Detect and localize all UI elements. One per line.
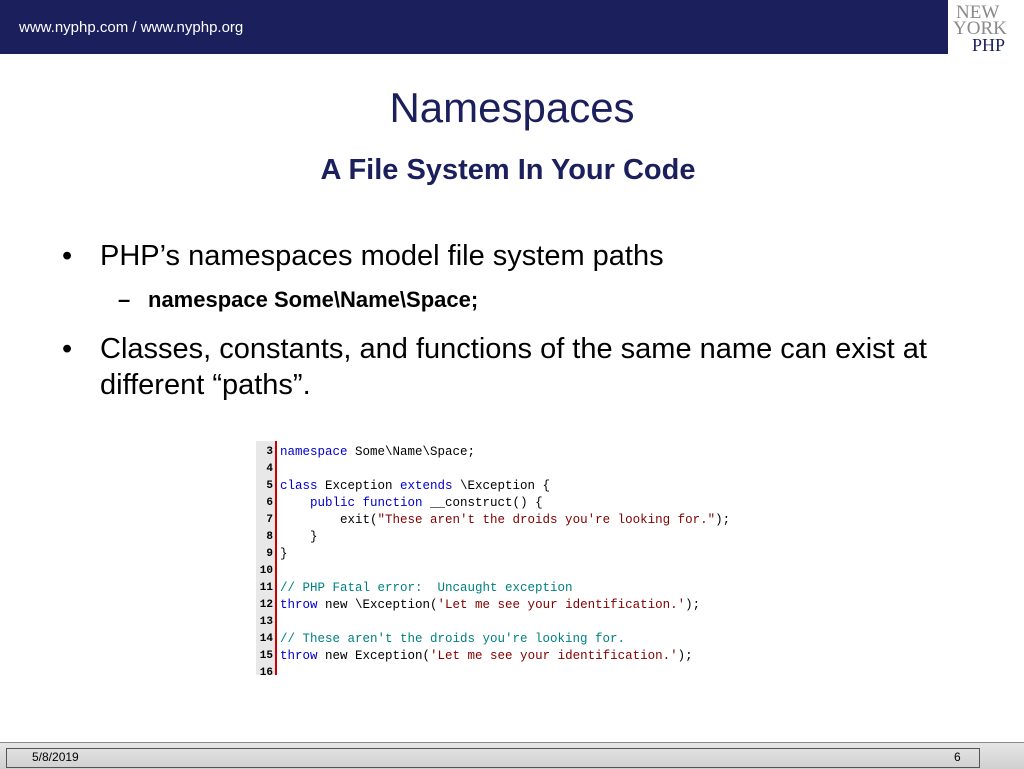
code-text: public function __construct() { bbox=[280, 495, 543, 512]
code-token: "These aren't the droids you're looking … bbox=[377, 513, 716, 527]
code-token: namespace bbox=[280, 445, 348, 459]
code-token: class bbox=[280, 479, 318, 493]
code-token: ); bbox=[685, 598, 701, 612]
header-bar: www.nyphp.com / www.nyphp.org bbox=[0, 0, 948, 54]
code-screenshot: 3 namespace Some\Name\Space; 4 5 class Excep… bbox=[256, 441, 800, 675]
code-token: Some\Name\Space; bbox=[347, 445, 476, 459]
sub-bullet-dash: – bbox=[118, 287, 131, 312]
code-text: throw new \Exception('Let me see your id… bbox=[280, 597, 700, 614]
footer-frame bbox=[6, 748, 980, 768]
code-token: ); bbox=[715, 513, 731, 527]
footer-date: 5/8/2019 bbox=[32, 750, 79, 764]
code-token: throw bbox=[280, 598, 318, 612]
line-number: 16 bbox=[259, 667, 273, 675]
code-token: } bbox=[280, 530, 318, 544]
code-text: } bbox=[280, 546, 288, 563]
line-number: 5 bbox=[266, 480, 273, 492]
line-number: 6 bbox=[266, 497, 273, 509]
header-links: www.nyphp.com / www.nyphp.org bbox=[19, 19, 244, 36]
code-token: 'Let me see your identification.' bbox=[437, 598, 686, 612]
line-number: 14 bbox=[259, 633, 273, 645]
code-token: public function bbox=[310, 496, 423, 510]
line-number: 11 bbox=[259, 582, 273, 594]
code-text: // PHP Fatal error: Uncaught exception bbox=[280, 580, 573, 597]
line-number: 9 bbox=[266, 548, 273, 560]
code-token: } bbox=[280, 547, 288, 561]
code-token: ); bbox=[677, 649, 693, 663]
slide-subtitle: A File System In Your Code bbox=[320, 154, 696, 186]
sub-bullet-1-text: namespace Some\Name\Space; bbox=[148, 287, 479, 312]
code-token: \Exception { bbox=[452, 479, 551, 493]
slide-title: Namespaces bbox=[389, 84, 635, 131]
line-number: 8 bbox=[266, 531, 273, 543]
code-text: exit("These aren't the droids you're loo… bbox=[280, 512, 730, 529]
line-number: 13 bbox=[259, 616, 273, 628]
code-token: __construct() { bbox=[422, 496, 543, 510]
line-number: 3 bbox=[266, 446, 273, 458]
bullet-2-text: Classes, constants, and functions of the… bbox=[100, 333, 927, 401]
line-number: 10 bbox=[259, 565, 273, 577]
code-token: 'Let me see your identification.' bbox=[430, 649, 678, 663]
line-number: 15 bbox=[259, 650, 273, 662]
bullet-1: • PHP’s namespaces model file system path… bbox=[62, 240, 664, 273]
code-text: // These aren't the droids you're lookin… bbox=[280, 631, 625, 648]
code-text: throw new Exception('Let me see your ide… bbox=[280, 648, 693, 665]
code-gutter-divider bbox=[275, 441, 277, 675]
logo-line-php: PHP bbox=[972, 35, 1006, 55]
line-number: 12 bbox=[259, 599, 273, 611]
code-token: throw bbox=[280, 649, 318, 663]
nyphp-logo: NEW YORK PHP bbox=[948, 0, 1024, 54]
code-token: new Exception( bbox=[317, 649, 431, 663]
code-token: Exception bbox=[317, 479, 401, 493]
bullet-dot: • bbox=[62, 333, 73, 365]
footer-page-number: 6 bbox=[954, 750, 961, 764]
code-token: // These aren't the droids you're lookin… bbox=[280, 632, 626, 646]
code-token: new \Exception( bbox=[317, 598, 438, 612]
bullet-2: • Classes, constants, and functions of th… bbox=[62, 331, 982, 403]
bullet-1-text: PHP’s namespaces model file system paths bbox=[100, 240, 664, 272]
code-text: namespace Some\Name\Space; bbox=[280, 444, 475, 461]
sub-bullet-1: – namespace Some\Name\Space; bbox=[118, 287, 478, 313]
code-token: extends bbox=[400, 479, 453, 493]
code-token: exit( bbox=[280, 513, 378, 527]
code-text: } bbox=[280, 529, 318, 546]
bullet-dot: • bbox=[62, 240, 73, 272]
line-number: 7 bbox=[266, 514, 273, 526]
code-token: // PHP Fatal error: Uncaught exception bbox=[280, 581, 573, 595]
line-number: 4 bbox=[266, 463, 273, 475]
code-text: class Exception extends \Exception { bbox=[280, 478, 550, 495]
